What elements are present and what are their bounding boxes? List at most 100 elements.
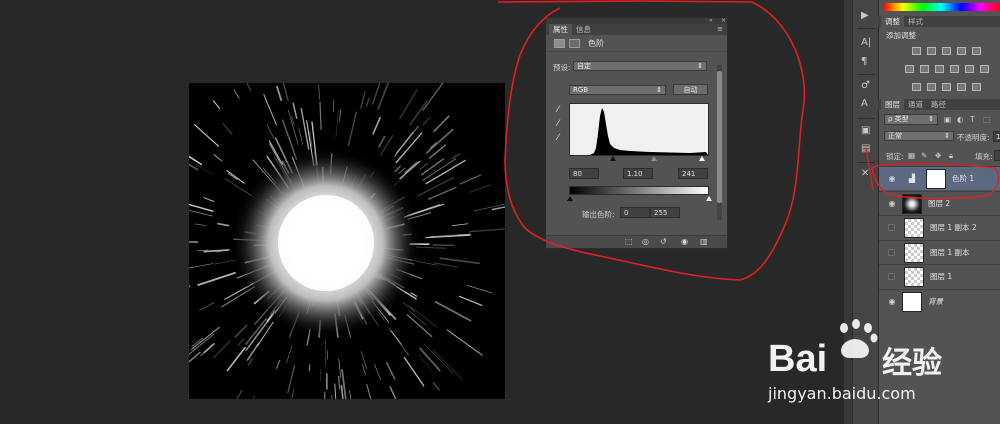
levels-adjust-icon[interactable] bbox=[927, 47, 936, 55]
selective-color-icon[interactable] bbox=[972, 83, 981, 91]
filter-adjust-icon[interactable]: ◐ bbox=[957, 115, 964, 124]
vibrance-icon[interactable] bbox=[972, 47, 981, 55]
invert-icon[interactable] bbox=[912, 83, 921, 91]
lock-pixels-icon[interactable]: ✎ bbox=[921, 151, 927, 160]
tab-info[interactable]: 信息 bbox=[572, 24, 595, 35]
double-chevron-icon[interactable]: « bbox=[709, 17, 713, 24]
canvas-image[interactable] bbox=[189, 83, 505, 399]
reset-icon[interactable]: ↺ bbox=[660, 237, 667, 246]
layer-row[interactable]: ◉ 图层 2 bbox=[879, 191, 1000, 215]
threshold-icon[interactable] bbox=[942, 83, 951, 91]
starburst-artwork bbox=[189, 83, 505, 399]
tab-channels[interactable]: 通道 bbox=[904, 99, 927, 110]
lock-transparent-icon[interactable]: ▦ bbox=[908, 151, 915, 160]
levels-layer-icon: ▟ bbox=[908, 173, 916, 183]
clip-to-layer-icon[interactable]: ⬚ bbox=[625, 237, 633, 246]
layer-row[interactable]: 图层 1 bbox=[879, 264, 1000, 288]
filter-type-icon[interactable]: T bbox=[970, 115, 975, 124]
layer-name[interactable]: 背景 bbox=[928, 296, 943, 307]
layer-row[interactable]: 图层 1 副本 2 bbox=[879, 215, 1000, 239]
history-icon[interactable]: ▣ bbox=[861, 125, 870, 137]
layer-name[interactable]: 图层 1 bbox=[930, 271, 952, 282]
opacity-field[interactable]: 1 bbox=[993, 131, 1000, 142]
close-icon[interactable]: × bbox=[721, 17, 726, 24]
visibility-eye-icon[interactable]: ◉ bbox=[681, 237, 688, 246]
black-white-icon[interactable] bbox=[935, 65, 944, 73]
visibility-box[interactable] bbox=[888, 224, 895, 231]
color-spectrum[interactable] bbox=[883, 3, 1000, 11]
tab-layers[interactable]: 图层 bbox=[881, 99, 904, 110]
curves-icon[interactable] bbox=[942, 47, 951, 55]
adjustment-title: 色阶 bbox=[588, 38, 604, 48]
notes-icon[interactable]: ▤ bbox=[861, 143, 870, 155]
updown-arrow-icon: ⇕ bbox=[928, 115, 934, 123]
input-white-field[interactable]: 241 bbox=[678, 168, 708, 179]
trash-icon[interactable]: ▥ bbox=[700, 237, 708, 246]
exposure-icon[interactable] bbox=[957, 47, 966, 55]
layer-row[interactable]: 图层 1 副本 bbox=[879, 240, 1000, 264]
posterize-icon[interactable] bbox=[927, 83, 936, 91]
layer-name[interactable]: 图层 2 bbox=[928, 198, 950, 209]
output-white-field[interactable]: 255 bbox=[650, 207, 680, 218]
input-gamma-slider[interactable] bbox=[651, 156, 657, 161]
filter-shape-icon[interactable]: ⬚ bbox=[983, 115, 990, 124]
tab-adjustments[interactable]: 调整 bbox=[881, 16, 904, 27]
output-white-slider[interactable] bbox=[706, 196, 712, 201]
scrollbar-thumb[interactable] bbox=[717, 71, 722, 203]
lock-position-icon[interactable]: ✥ bbox=[935, 151, 941, 160]
input-black-field[interactable]: 80 bbox=[569, 168, 599, 179]
properties-tabs: 属性 信息 ≡ bbox=[546, 24, 727, 35]
brightness-icon[interactable] bbox=[912, 47, 921, 55]
play-icon[interactable]: ▶ bbox=[861, 10, 869, 22]
tab-paths[interactable]: 路径 bbox=[927, 99, 950, 110]
mask-icon[interactable] bbox=[569, 38, 580, 48]
channel-dropdown[interactable]: RGB ⇕ bbox=[569, 85, 666, 95]
filter-pixel-icon[interactable]: ▣ bbox=[944, 115, 951, 124]
view-previous-icon[interactable]: ◎ bbox=[642, 237, 649, 246]
input-white-slider[interactable] bbox=[699, 156, 705, 161]
color-lookup-icon[interactable] bbox=[980, 65, 989, 73]
character-icon[interactable]: A| bbox=[861, 37, 871, 49]
output-black-field[interactable]: 0 bbox=[620, 207, 650, 218]
properties-scrollbar[interactable] bbox=[717, 65, 722, 220]
output-gradient bbox=[569, 186, 709, 195]
white-eyedropper-icon[interactable]: ⁄ bbox=[553, 133, 563, 143]
eye-icon[interactable]: ◉ bbox=[886, 297, 898, 306]
eye-icon[interactable]: ◉ bbox=[886, 199, 898, 208]
character-style-icon[interactable]: A bbox=[861, 98, 868, 110]
photo-filter-icon[interactable] bbox=[950, 65, 959, 73]
visibility-box[interactable] bbox=[888, 249, 895, 256]
gray-eyedropper-icon[interactable]: ⁄ bbox=[553, 119, 563, 129]
fill-field[interactable] bbox=[994, 150, 1000, 161]
black-eyedropper-icon[interactable]: ⁄ bbox=[553, 105, 563, 115]
layer-name[interactable]: 图层 1 副本 2 bbox=[930, 222, 977, 233]
clone-source-icon[interactable]: ♂ bbox=[861, 80, 870, 92]
layer-thumb bbox=[902, 193, 922, 214]
tab-properties[interactable]: 属性 bbox=[549, 24, 572, 35]
output-black-slider[interactable] bbox=[567, 196, 573, 201]
layer-mask-thumb[interactable] bbox=[926, 168, 946, 189]
layer-name[interactable]: 色阶 1 bbox=[952, 173, 974, 184]
lock-all-icon[interactable]: 🔒︎ bbox=[949, 151, 953, 161]
tool-presets-icon[interactable]: ✕ bbox=[861, 168, 869, 180]
layer-row[interactable]: ◉ 背景 bbox=[879, 289, 1000, 313]
gradient-map-icon[interactable] bbox=[957, 83, 966, 91]
color-balance-icon[interactable] bbox=[920, 65, 929, 73]
eye-icon[interactable]: ◉ bbox=[886, 174, 898, 183]
input-black-slider[interactable] bbox=[610, 156, 616, 161]
auto-button[interactable]: 自动 bbox=[673, 84, 708, 95]
paragraph-icon[interactable]: ¶ bbox=[861, 56, 867, 68]
hue-sat-icon[interactable] bbox=[905, 65, 914, 73]
channel-mixer-icon[interactable] bbox=[965, 65, 974, 73]
layer-row-levels[interactable]: ◉ ▟ 色阶 1 bbox=[879, 166, 1000, 190]
panel-menu-icon[interactable]: ≡ bbox=[717, 25, 723, 33]
input-gamma-field[interactable]: 1.10 bbox=[623, 168, 653, 179]
blend-mode-dropdown[interactable]: 正常 ⇕ bbox=[884, 131, 954, 141]
tab-styles[interactable]: 样式 bbox=[904, 16, 927, 27]
channel-value: RGB bbox=[573, 85, 589, 94]
layer-filter-dropdown[interactable]: ρ 类型 ⇕ bbox=[884, 114, 938, 125]
visibility-box[interactable] bbox=[888, 273, 895, 280]
layer-name[interactable]: 图层 1 副本 bbox=[930, 247, 970, 258]
levels-icon[interactable] bbox=[554, 38, 565, 48]
preset-dropdown[interactable]: 自定 ⇕ bbox=[573, 61, 707, 71]
